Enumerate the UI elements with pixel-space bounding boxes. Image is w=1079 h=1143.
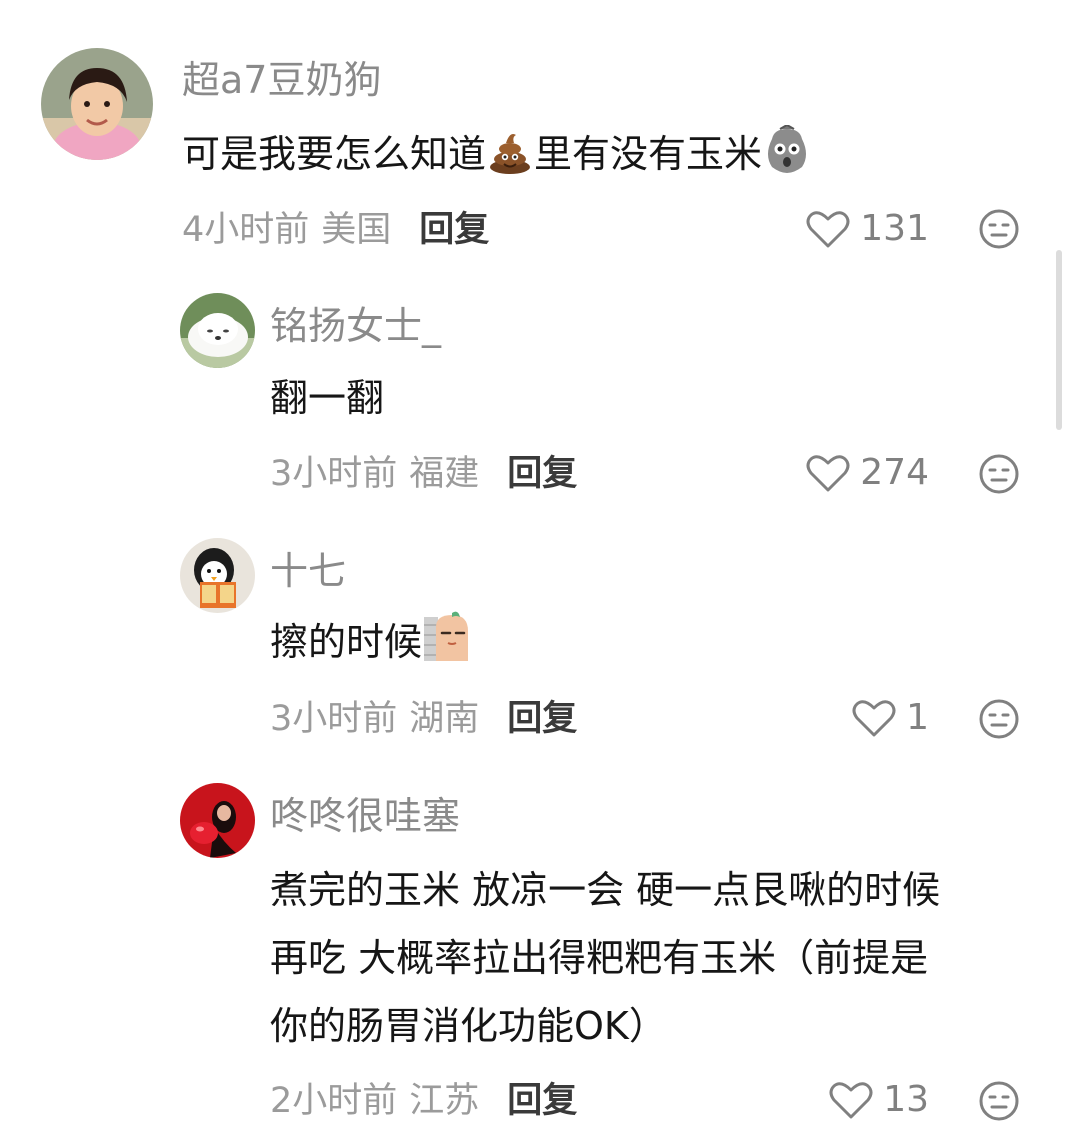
- username[interactable]: 铭扬女士_: [270, 303, 441, 349]
- dislike-icon[interactable]: [978, 208, 1020, 250]
- timestamp: 3小时前: [270, 699, 398, 739]
- comment-text: 可是我要怎么知道 里有没有玉米: [182, 120, 812, 196]
- avatar[interactable]: [180, 783, 255, 858]
- region: 福建: [409, 454, 480, 494]
- region: 湖南: [409, 699, 480, 739]
- comment-text-part: 可是我要怎么知道: [182, 132, 487, 176]
- comment-text: 擦的时候: [270, 608, 472, 684]
- avatar[interactable]: [41, 48, 153, 160]
- like-count: 131: [860, 208, 929, 249]
- region: 江苏: [409, 1081, 480, 1121]
- comment-text-part: 擦的时候: [270, 620, 423, 664]
- comment-meta: 2小时前 江苏 回复: [270, 1079, 577, 1123]
- region: 美国: [321, 210, 392, 250]
- heart-icon: [806, 455, 850, 492]
- comment-text-line: 你的肠胃消化功能OK）: [270, 1004, 667, 1048]
- dislike-icon[interactable]: [978, 453, 1020, 495]
- reply-button[interactable]: 回复: [507, 699, 577, 739]
- reply-button[interactable]: 回复: [507, 454, 577, 494]
- poop-emoji-icon: [486, 127, 534, 196]
- like-button[interactable]: 131: [806, 207, 929, 251]
- comment-text-part: 里有没有玉米: [534, 132, 763, 176]
- timestamp: 2小时前: [270, 1081, 398, 1121]
- heart-icon: [852, 700, 896, 737]
- like-button[interactable]: 1: [852, 696, 929, 740]
- comment-meta: 3小时前 湖南 回复: [270, 697, 577, 741]
- dislike-icon[interactable]: [978, 1080, 1020, 1122]
- timestamp: 3小时前: [270, 454, 398, 494]
- username[interactable]: 十七: [270, 548, 346, 594]
- heart-icon: [829, 1082, 873, 1119]
- like-count: 274: [860, 452, 929, 493]
- like-count: 13: [883, 1079, 929, 1120]
- comment-text-line: 煮完的玉米 放凉一会 硬一点艮啾的时候: [270, 868, 941, 912]
- username[interactable]: 咚咚很哇塞: [270, 793, 460, 839]
- avatar[interactable]: [180, 538, 255, 613]
- username[interactable]: 超a7豆奶狗: [182, 57, 381, 103]
- peeking-potato-emoji-icon: [422, 611, 472, 684]
- avatar[interactable]: [180, 293, 255, 368]
- comment-text: 翻一翻: [270, 376, 385, 420]
- timestamp: 4小时前: [182, 210, 310, 250]
- comment-meta: 4小时前 美国 回复: [182, 208, 489, 252]
- reply-button[interactable]: 回复: [507, 1081, 577, 1121]
- dislike-icon[interactable]: [978, 698, 1020, 740]
- like-button[interactable]: 274: [806, 451, 929, 495]
- like-button[interactable]: 13: [829, 1078, 929, 1122]
- comment-meta: 3小时前 福建 回复: [270, 452, 577, 496]
- scrollbar[interactable]: [1056, 250, 1062, 430]
- comment-text-line: 再吃 大概率拉出得粑粑有玉米（前提是: [270, 936, 929, 980]
- like-count: 1: [906, 697, 929, 738]
- heart-icon: [806, 211, 850, 248]
- reply-button[interactable]: 回复: [419, 210, 489, 250]
- shocked-face-emoji-icon: [762, 123, 812, 196]
